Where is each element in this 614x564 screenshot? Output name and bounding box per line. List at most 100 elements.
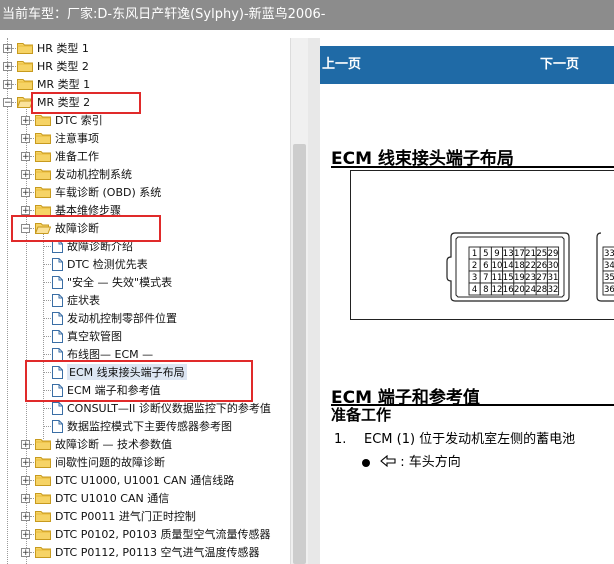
tree-guide-line xyxy=(43,264,51,265)
highlight-box-mr2 xyxy=(31,92,141,114)
step-1: 1. ECM (1) 位于发动机室左侧的蓄电池 xyxy=(334,428,575,447)
expand-icon[interactable]: + xyxy=(3,44,12,54)
tree-node[interactable]: 发动机控制系统 xyxy=(35,165,132,183)
expand-icon[interactable]: + xyxy=(21,440,30,450)
connector2-pin-label: 34 xyxy=(604,261,614,271)
tree-guide-line xyxy=(43,426,51,427)
expand-icon[interactable]: + xyxy=(21,494,30,504)
folder-icon xyxy=(35,438,51,450)
tree-node[interactable]: 真空软管图 xyxy=(52,327,122,345)
connector-diagram: 1 5 9 13 17 21 25 29 2 6 10 14 18 22 26 30 3 7 11 15 19 23 27 3… xyxy=(350,170,614,320)
expand-icon[interactable]: + xyxy=(21,116,30,126)
folder-icon xyxy=(35,132,51,144)
folder-icon xyxy=(35,492,51,504)
connector-pin-label: 26 xyxy=(536,261,547,271)
step-text: ECM (1) 位于发动机室左侧的蓄电池 xyxy=(364,432,576,447)
highlight-box-fault-diag xyxy=(11,215,161,242)
expand-icon[interactable]: + xyxy=(3,80,12,90)
tree-node[interactable]: DTC P0011 进气门正时控制 xyxy=(35,507,196,525)
tree-node[interactable]: 间歇性问题的故障诊断 xyxy=(35,453,165,471)
document-icon xyxy=(52,401,63,415)
window-title: 当前车型：厂家:D-东风日产轩逸(Sylphy)-新蓝鸟2006- xyxy=(2,7,326,22)
tree-guide-line xyxy=(12,84,16,85)
tree-node[interactable]: DTC P0112, P0113 空气进气温度传感器 xyxy=(35,543,259,561)
tree-node-label: 症状表 xyxy=(67,294,100,307)
document-icon xyxy=(52,311,63,325)
highlight-box-ecm-items xyxy=(25,360,253,402)
connector-pin-label: 3 xyxy=(472,273,477,283)
tree-node[interactable]: DTC 检测优先表 xyxy=(52,255,148,273)
folder-icon xyxy=(35,528,51,540)
tree-scrollbar[interactable] xyxy=(290,38,308,564)
tree-node[interactable]: HR 类型 1 xyxy=(17,39,89,57)
connector-pin-label: 5 xyxy=(483,249,488,259)
expand-icon[interactable]: + xyxy=(21,152,30,162)
collapse-icon[interactable]: − xyxy=(3,98,12,108)
connector-pin-label: 1 xyxy=(472,249,477,259)
tree-guide-line xyxy=(30,516,34,517)
tree-node-label: 发动机控制系统 xyxy=(55,168,132,181)
next-page-link[interactable]: 下一页 xyxy=(540,46,579,84)
tree-scrollbar-thumb[interactable] xyxy=(293,144,306,564)
connector-pin-label: 8 xyxy=(483,285,488,295)
content-pane: 上一页 下一页 ECM 线束接头端子布局 1 5 9 13 17 21 25 29 2 6 10 14… xyxy=(320,38,614,564)
tree-guide-line xyxy=(30,534,34,535)
tree-node[interactable]: 车载诊断 (OBD) 系统 xyxy=(35,183,161,201)
expand-icon[interactable]: + xyxy=(21,476,30,486)
tree-node-label: 注意事项 xyxy=(55,132,99,145)
tree-node-label: DTC P0102, P0103 质量型空气流量传感器 xyxy=(55,528,271,541)
connector-pin-label: 24 xyxy=(525,285,536,295)
tree-node[interactable]: 故障诊断 — 技术参数值 xyxy=(35,435,172,453)
connector-pin-label: 16 xyxy=(503,285,514,295)
expand-icon[interactable]: + xyxy=(21,530,30,540)
tree-node-label: CONSULT—II 诊断仪数据监控下的参考值 xyxy=(67,402,271,415)
connector-pin-label: 27 xyxy=(536,273,547,283)
tree-guide-line xyxy=(43,336,51,337)
pane-separator[interactable] xyxy=(308,38,320,564)
folder-icon xyxy=(35,474,51,486)
tree-node[interactable]: 注意事项 xyxy=(35,129,99,147)
tree-node[interactable]: 症状表 xyxy=(52,291,100,309)
tree-guide-line xyxy=(30,552,34,553)
tree-guide-line xyxy=(12,102,16,103)
arrow-left-outline-icon xyxy=(380,454,400,470)
expand-icon[interactable]: + xyxy=(3,62,12,72)
expand-icon[interactable]: + xyxy=(21,206,30,216)
tree-node[interactable]: HR 类型 2 xyxy=(17,57,89,75)
folder-icon xyxy=(35,546,51,558)
document-icon xyxy=(52,275,63,289)
tree-guide-line xyxy=(12,48,16,49)
tree-node[interactable]: DTC U1000, U1001 CAN 通信线路 xyxy=(35,471,234,489)
tree-guide-line xyxy=(7,38,8,564)
connector-pin-label: 6 xyxy=(483,261,488,271)
expand-icon[interactable]: + xyxy=(21,458,30,468)
tree-node-label: DTC 索引 xyxy=(55,114,103,127)
tree-node[interactable]: DTC U1010 CAN 通信 xyxy=(35,489,169,507)
tree-guide-line xyxy=(43,300,51,301)
expand-icon[interactable]: + xyxy=(21,188,30,198)
folder-icon xyxy=(17,42,33,54)
prev-page-link[interactable]: 上一页 xyxy=(322,46,361,84)
folder-icon xyxy=(17,78,33,90)
expand-icon[interactable]: + xyxy=(21,170,30,180)
expand-icon[interactable]: + xyxy=(21,512,30,522)
folder-icon xyxy=(35,150,51,162)
tree-node-label: 故障诊断 — 技术参数值 xyxy=(55,438,172,451)
tree-node[interactable]: 发动机控制零部件位置 xyxy=(52,309,177,327)
bullet-text: : 车头方向 xyxy=(400,455,461,470)
connector-pin-label: 22 xyxy=(525,261,536,271)
tree-node[interactable]: 准备工作 xyxy=(35,147,99,165)
tree-guide-line xyxy=(30,120,34,121)
tree-node[interactable]: "安全 — 失效"模式表 xyxy=(52,273,172,291)
connector-pin-label: 15 xyxy=(503,273,514,283)
tree-node-label: 真空软管图 xyxy=(67,330,122,343)
connector-pin-label: 18 xyxy=(514,261,525,271)
tree-node-label: 数据监控模式下主要传感器参考图 xyxy=(67,420,232,433)
tree-node[interactable]: DTC P0102, P0103 质量型空气流量传感器 xyxy=(35,525,270,543)
expand-icon[interactable]: + xyxy=(21,548,30,558)
expand-icon[interactable]: + xyxy=(21,134,30,144)
connector-pin-label: 2 xyxy=(472,261,477,271)
folder-icon xyxy=(35,168,51,180)
tree-node[interactable]: MR 类型 1 xyxy=(17,75,90,93)
tree-node[interactable]: 数据监控模式下主要传感器参考图 xyxy=(52,417,232,435)
